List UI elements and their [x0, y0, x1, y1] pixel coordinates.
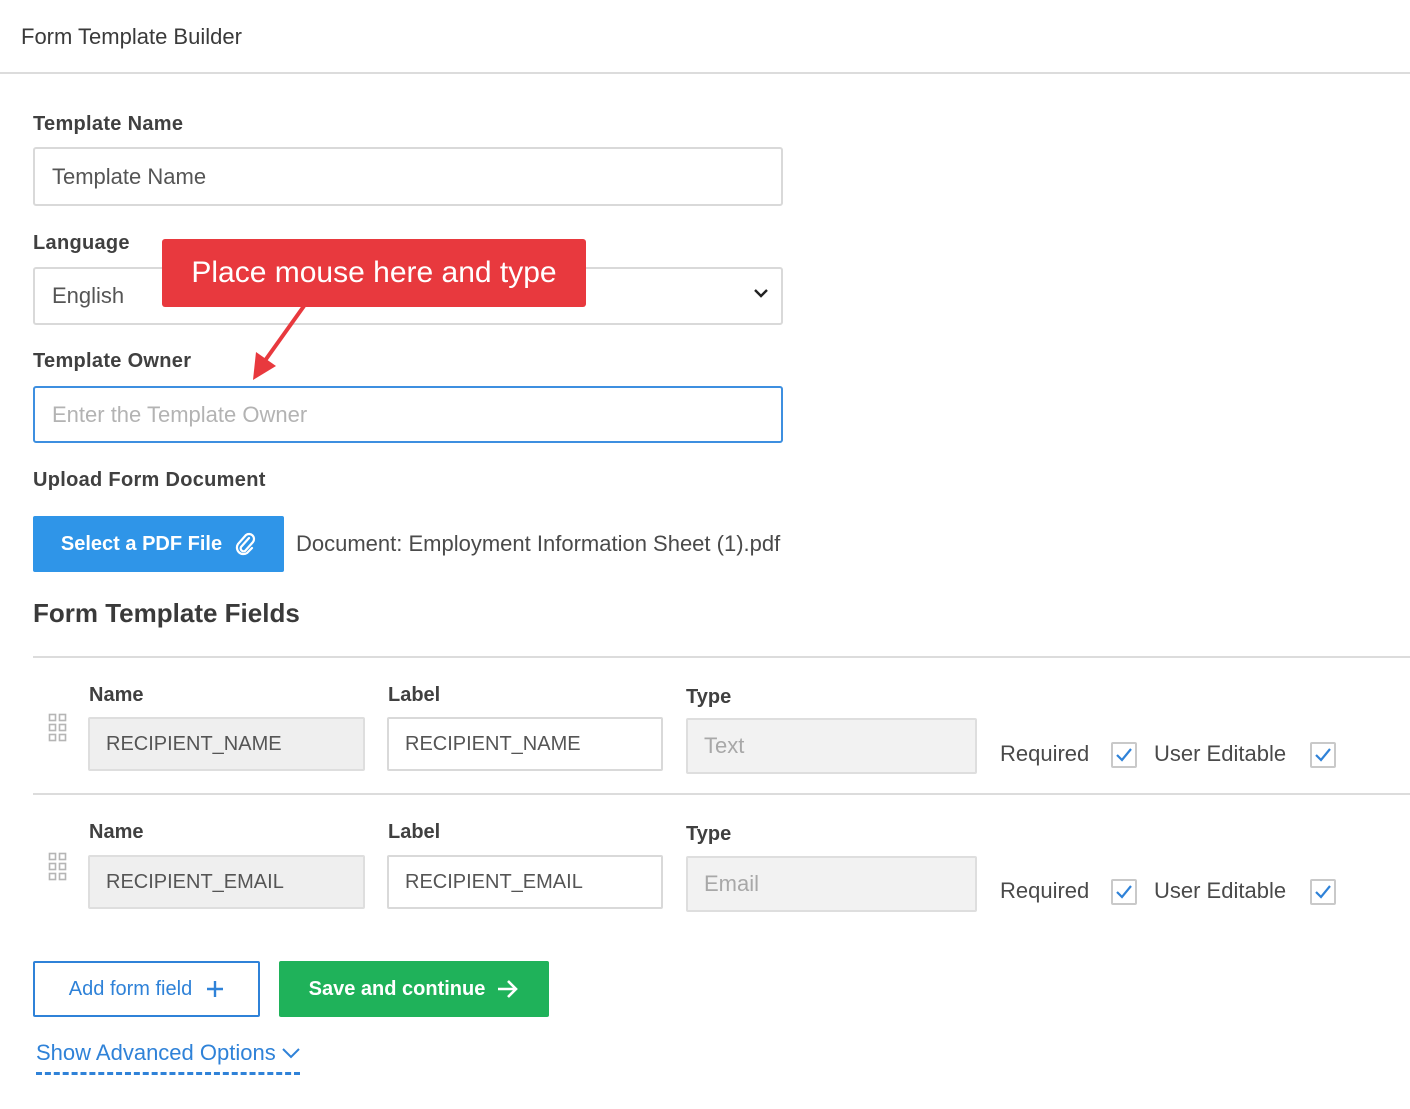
language-selected-value: English [52, 283, 125, 308]
template-owner-input[interactable]: Enter the Template Owner [33, 386, 783, 443]
field-label-input[interactable]: RECIPIENT_NAME [387, 717, 663, 771]
instruction-callout: Place mouse here and type [162, 239, 586, 307]
fields-section-title: Form Template Fields [33, 598, 300, 628]
field-name-input: RECIPIENT_EMAIL [88, 855, 365, 909]
fields-divider [33, 656, 1410, 658]
language-label: Language [33, 232, 130, 254]
arrow-right-icon [498, 980, 519, 998]
page-header: Form Template Builder [0, 0, 1410, 74]
uploaded-document-name: Document: Employment Information Sheet (… [296, 531, 781, 556]
user-editable-checkbox[interactable] [1310, 742, 1336, 768]
select-pdf-button[interactable]: Select a PDF File [33, 516, 284, 572]
field-label-value: RECIPIENT_EMAIL [405, 870, 583, 893]
required-label: Required [1000, 741, 1090, 766]
field-type-value: Email [704, 871, 760, 896]
callout-arrow-icon [253, 304, 306, 380]
type-column-label: Type [686, 823, 732, 845]
chevron-down-icon [754, 289, 768, 298]
required-checkbox[interactable] [1111, 742, 1137, 768]
row-divider [33, 793, 1410, 795]
required-label: Required [1000, 878, 1090, 903]
field-name-value: RECIPIENT_EMAIL [106, 870, 284, 893]
chevron-down-icon [282, 1048, 300, 1059]
template-name-input[interactable]: Template Name [33, 147, 783, 206]
show-advanced-options-label: Show Advanced Options [36, 1040, 276, 1065]
template-owner-placeholder: Enter the Template Owner [52, 401, 308, 427]
field-type-input: Email [686, 856, 977, 912]
field-type-input: Text [686, 718, 977, 774]
save-and-continue-button[interactable]: Save and continue [279, 961, 549, 1017]
template-owner-label: Template Owner [33, 350, 192, 372]
add-form-field-button[interactable]: Add form field [33, 961, 260, 1017]
drag-handle-icon[interactable] [48, 713, 68, 743]
template-name-value: Template Name [52, 163, 207, 189]
select-pdf-label: Select a PDF File [60, 532, 223, 555]
plus-icon [207, 981, 224, 997]
template-name-label: Template Name [33, 113, 184, 135]
required-checkbox[interactable] [1111, 879, 1137, 905]
field-label-input[interactable]: RECIPIENT_EMAIL [387, 855, 663, 909]
label-column-label: Label [388, 684, 441, 706]
checkmark-icon [1116, 748, 1132, 762]
checkmark-icon [1315, 748, 1331, 762]
field-label-value: RECIPIENT_NAME [405, 732, 581, 755]
field-name-input: RECIPIENT_NAME [88, 717, 365, 771]
type-column-label: Type [686, 686, 732, 708]
paperclip-icon [235, 532, 256, 556]
drag-handle-icon[interactable] [48, 852, 68, 882]
name-column-label: Name [89, 684, 144, 706]
name-column-label: Name [89, 821, 144, 843]
label-column-label: Label [388, 821, 441, 843]
user-editable-label: User Editable [1154, 741, 1287, 766]
show-advanced-options-link[interactable]: Show Advanced Options [36, 1040, 300, 1075]
page-title: Form Template Builder [21, 24, 242, 49]
checkmark-icon [1116, 885, 1132, 899]
add-form-field-label: Add form field [68, 977, 193, 1000]
field-type-value: Text [704, 733, 745, 758]
user-editable-label: User Editable [1154, 878, 1287, 903]
field-name-value: RECIPIENT_NAME [106, 732, 282, 755]
checkmark-icon [1315, 885, 1331, 899]
save-and-continue-label: Save and continue [308, 977, 486, 1000]
upload-label: Upload Form Document [33, 469, 266, 491]
user-editable-checkbox[interactable] [1310, 879, 1336, 905]
